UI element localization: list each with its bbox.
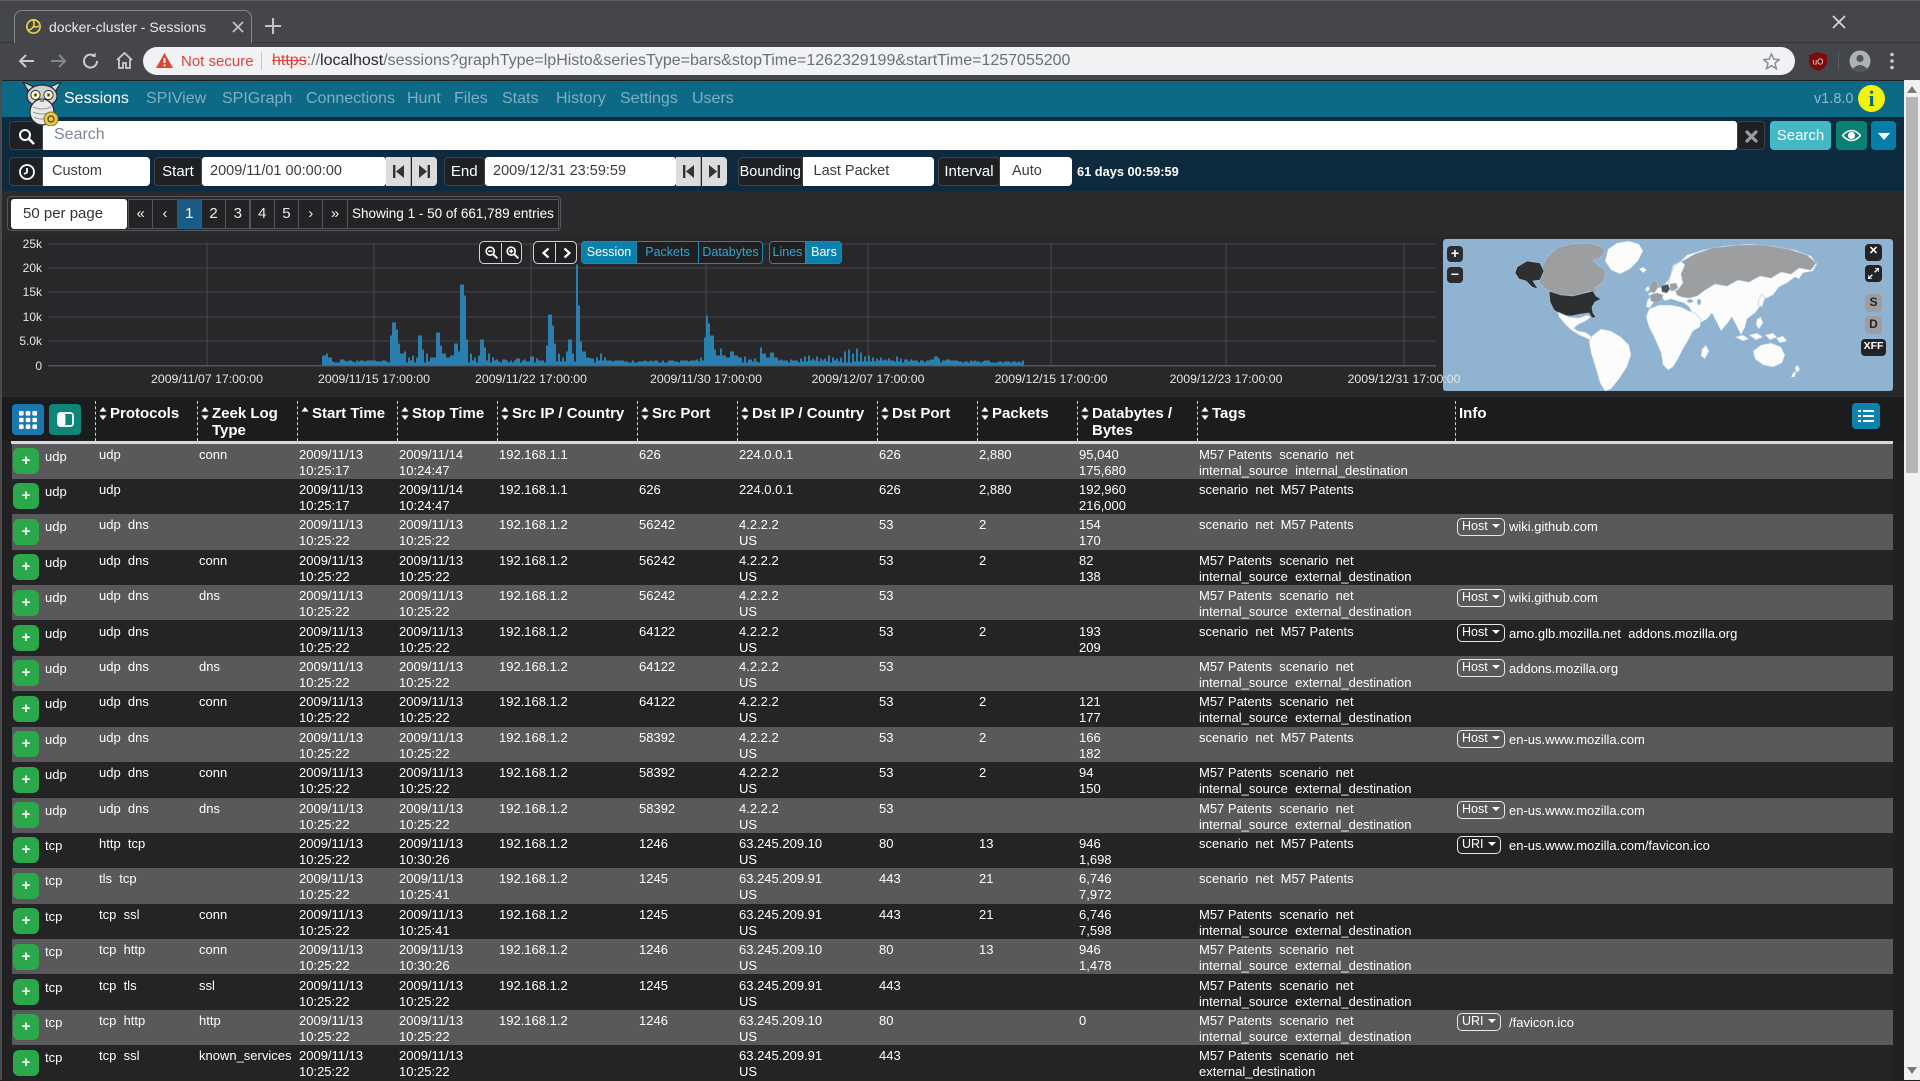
svg-text:2009/12/15 17:00:00: 2009/12/15 17:00:00 xyxy=(995,372,1108,386)
svg-text:uO: uO xyxy=(1813,58,1824,67)
svg-text:2009/11/30 17:00:00: 2009/11/30 17:00:00 xyxy=(650,372,762,386)
svg-text:2009/11/15 17:00:00: 2009/11/15 17:00:00 xyxy=(318,372,430,386)
svg-text:2009/11/07 17:00:00: 2009/11/07 17:00:00 xyxy=(151,372,263,386)
svg-text:2009/12/07 17:00:00: 2009/12/07 17:00:00 xyxy=(812,372,925,386)
svg-text:2009/11/22 17:00:00: 2009/11/22 17:00:00 xyxy=(475,372,587,386)
svg-text:2009/12/23 17:00:00: 2009/12/23 17:00:00 xyxy=(1170,372,1283,386)
svg-text:2009/12/31 17:00:00: 2009/12/31 17:00:00 xyxy=(1348,372,1461,386)
